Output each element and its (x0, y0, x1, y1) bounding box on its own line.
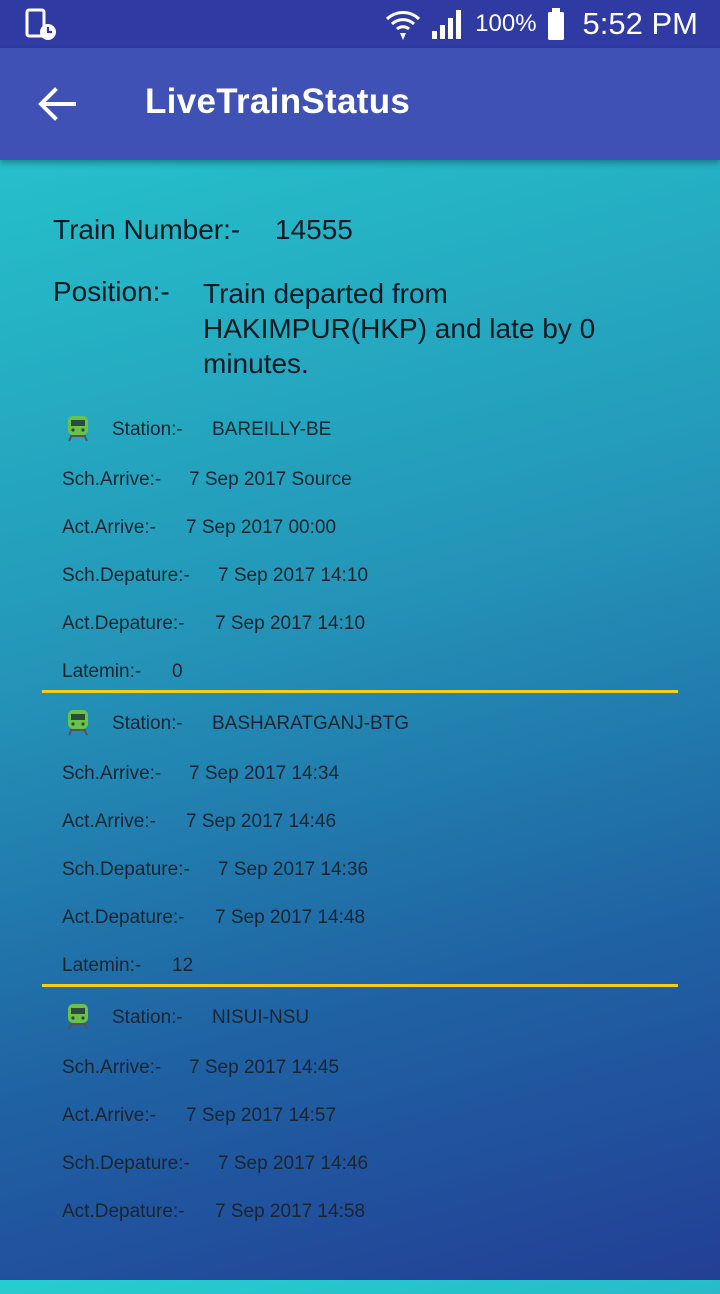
latemin-label: Latemin:- (62, 955, 142, 976)
train-number-row: Train Number:- 14555 (53, 214, 353, 246)
act-depart-value: 7 Sep 2017 14:58 (215, 1201, 366, 1222)
sch-arrive-value: 7 Sep 2017 14:34 (189, 763, 340, 784)
position-label: Position:- (53, 276, 170, 307)
station-name: BAREILLY-BE (212, 419, 332, 440)
latemin-line: Latemin:- 12 (62, 955, 193, 977)
act-arrive-value: 7 Sep 2017 14:46 (186, 811, 337, 832)
act-depart-value: 7 Sep 2017 14:10 (215, 613, 366, 634)
train-number-value: 14555 (275, 214, 353, 245)
latemin-value: 12 (172, 955, 194, 976)
latemin-label: Latemin:- (62, 661, 142, 682)
clock: 5:52 PM (582, 6, 698, 41)
station-name: BASHARATGANJ-BTG (212, 713, 410, 734)
act-arrive-value: 7 Sep 2017 00:00 (186, 517, 337, 538)
app-bar: LiveTrainStatus (0, 48, 720, 160)
act-arrive-line: Act.Arrive:- 7 Sep 2017 14:57 (62, 1105, 336, 1127)
battery-icon (547, 8, 564, 40)
act-arrive-line: Act.Arrive:- 7 Sep 2017 00:00 (62, 517, 336, 539)
station-name: NISUI-NSU (212, 1007, 310, 1028)
act-depart-line: Act.Depature:- 7 Sep 2017 14:10 (62, 613, 365, 635)
sch-depart-line: Sch.Depature:- 7 Sep 2017 14:10 (62, 565, 368, 587)
act-depart-value: 7 Sep 2017 14:48 (215, 907, 366, 928)
station-name-line: Station:- BASHARATGANJ-BTG (112, 713, 409, 735)
sch-arrive-label: Sch.Arrive:- (62, 469, 162, 490)
station-name-line: Station:- NISUI-NSU (112, 1007, 309, 1029)
sch-arrive-label: Sch.Arrive:- (62, 1057, 162, 1078)
sch-depart-label: Sch.Depature:- (62, 1153, 190, 1174)
train-number-label: Train Number:- (53, 214, 241, 245)
sch-arrive-value: 7 Sep 2017 Source (189, 469, 352, 490)
position-row: Position:- Train departed from HAKIMPUR(… (53, 276, 595, 379)
act-depart-label: Act.Depature:- (62, 907, 185, 928)
latemin-value: 0 (172, 661, 183, 682)
sch-arrive-label: Sch.Arrive:- (62, 763, 162, 784)
phone-clock-icon (25, 8, 56, 40)
train-icon (68, 1004, 88, 1030)
position-value: Train departed from HAKIMPUR(HKP) and la… (203, 278, 596, 379)
latemin-line: Latemin:- 0 (62, 661, 183, 683)
app-title: LiveTrainStatus (145, 82, 411, 121)
sch-arrive-line: Sch.Arrive:- 7 Sep 2017 14:34 (62, 763, 339, 785)
act-arrive-label: Act.Arrive:- (62, 1105, 156, 1126)
station-card[interactable]: Station:- NISUI-NSU Sch.Arrive:- 7 Sep 2… (42, 1000, 678, 1294)
station-card[interactable]: Station:- BASHARATGANJ-BTG Sch.Arrive:- … (42, 706, 678, 1000)
station-name-line: Station:- BAREILLY-BE (112, 419, 331, 441)
station-label: Station:- (112, 713, 183, 734)
status-bar: 100% 5:52 PM (0, 0, 720, 48)
act-depart-label: Act.Depature:- (62, 1201, 185, 1222)
divider (42, 690, 678, 693)
act-arrive-line: Act.Arrive:- 7 Sep 2017 14:46 (62, 811, 336, 833)
sch-depart-line: Sch.Depature:- 7 Sep 2017 14:36 (62, 859, 368, 881)
act-arrive-value: 7 Sep 2017 14:57 (186, 1105, 337, 1126)
act-arrive-label: Act.Arrive:- (62, 811, 156, 832)
station-label: Station:- (112, 419, 183, 440)
act-depart-label: Act.Depature:- (62, 613, 185, 634)
train-icon (68, 710, 88, 736)
sch-arrive-line: Sch.Arrive:- 7 Sep 2017 Source (62, 469, 352, 491)
sch-depart-value: 7 Sep 2017 14:10 (218, 565, 369, 586)
sch-arrive-value: 7 Sep 2017 14:45 (189, 1057, 340, 1078)
train-icon (68, 416, 88, 442)
sch-depart-line: Sch.Depature:- 7 Sep 2017 14:46 (62, 1153, 368, 1175)
signal-icon (432, 10, 462, 39)
act-depart-line: Act.Depature:- 7 Sep 2017 14:58 (62, 1201, 365, 1223)
station-label: Station:- (112, 1007, 183, 1028)
wifi-icon (386, 11, 421, 40)
sch-depart-label: Sch.Depature:- (62, 859, 190, 880)
act-depart-line: Act.Depature:- 7 Sep 2017 14:48 (62, 907, 365, 929)
act-arrive-label: Act.Arrive:- (62, 517, 156, 538)
battery-percent: 100% (475, 10, 537, 37)
sch-depart-label: Sch.Depature:- (62, 565, 190, 586)
divider (42, 984, 678, 987)
sch-arrive-line: Sch.Arrive:- 7 Sep 2017 14:45 (62, 1057, 339, 1079)
station-card[interactable]: Station:- BAREILLY-BE Sch.Arrive:- 7 Sep… (42, 412, 678, 706)
sch-depart-value: 7 Sep 2017 14:46 (218, 1153, 369, 1174)
sch-depart-value: 7 Sep 2017 14:36 (218, 859, 369, 880)
arrow-back-icon[interactable] (30, 78, 82, 130)
